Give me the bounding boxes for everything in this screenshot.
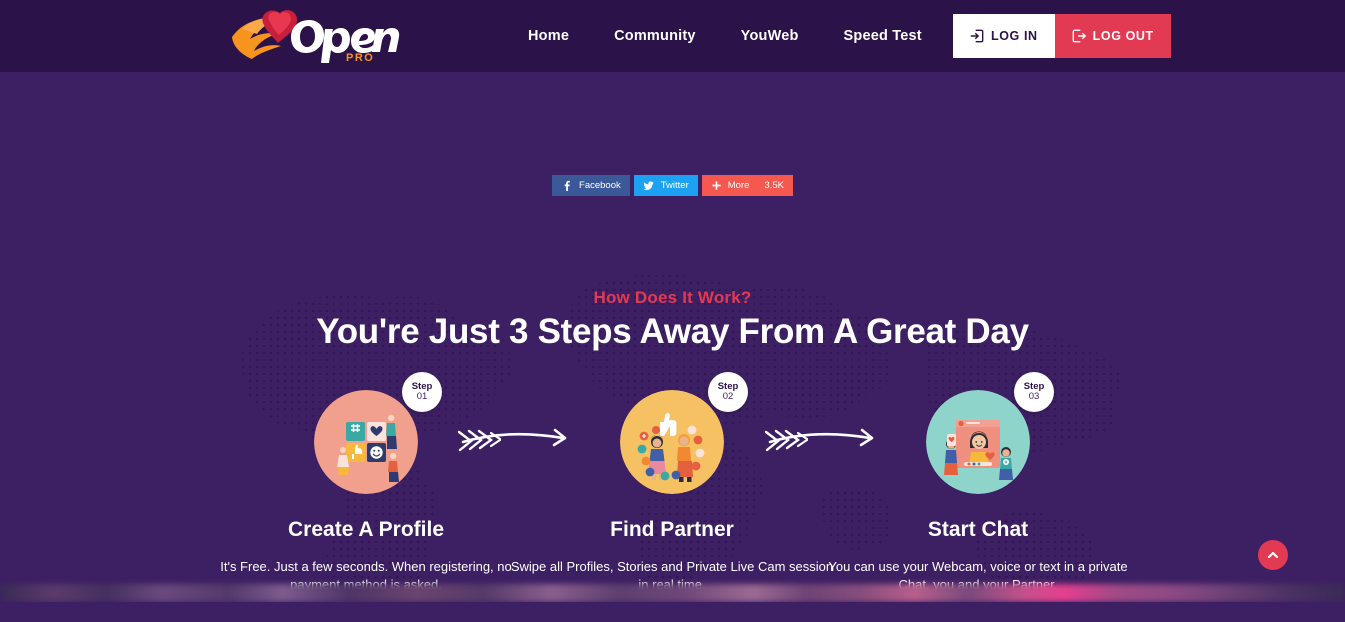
hero-section: Facebook Twitter More 3.5K How Does It W… [0,72,1345,602]
step-2-title: Find Partner [610,518,734,541]
step-1-title: Create A Profile [288,518,444,541]
plus-icon [712,181,721,190]
logout-arrow-icon [1072,29,1086,43]
share-more-label: More [727,180,750,191]
section-eyebrow: How Does It Work? [593,288,752,307]
login-label: LOG IN [991,29,1038,43]
nav-item-speed-test[interactable]: Speed Test [844,28,922,44]
social-media-icons-illustration [314,390,418,494]
social-share-bar: Facebook Twitter More 3.5K [0,175,1345,196]
step-1-badge-number: 01 [416,391,428,402]
chevron-up-icon [1267,551,1279,559]
scroll-to-top-button[interactable] [1258,540,1288,570]
share-more-count: 3.5K [764,180,784,191]
nav-item-community[interactable]: Community [614,28,696,44]
next-section-preview-strip [0,584,1345,602]
login-arrow-icon [970,29,984,43]
page-title: You're Just 3 Steps Away From A Great Da… [316,312,1029,351]
share-facebook-label: Facebook [579,180,621,191]
nav-item-youweb[interactable]: YouWeb [741,28,799,44]
step-2-badge-number: 02 [722,391,734,402]
step-2-circle-wrap[interactable]: Step 02 [620,372,748,494]
site-logo[interactable]: PRO [228,6,403,66]
logout-label: LOG OUT [1092,29,1154,43]
step-1-circle-wrap[interactable]: Step 01 [314,372,442,494]
share-twitter-label: Twitter [660,180,689,191]
share-facebook-button[interactable]: Facebook [552,175,630,196]
video-chat-illustration [926,390,1030,494]
heart-flame-logo-icon: PRO [232,10,400,64]
site-header: PRO Home Community YouWeb Speed Test All… [0,0,1345,72]
step-1-badge: Step 01 [402,372,442,412]
share-more-button[interactable]: More 3.5K [701,175,793,196]
twitter-icon [643,181,654,191]
facebook-icon [564,180,570,191]
steps-row: Step 01 Step 02 Step 03 Create A Profile… [0,372,1345,592]
step-3-badge-number: 03 [1028,391,1040,402]
couple-thumbs-up-illustration [620,390,724,494]
hand-drawn-arrow-right-icon-1 [457,428,567,452]
step-3-badge: Step 03 [1014,372,1054,412]
step-3-title: Start Chat [927,518,1029,541]
step-3-circle-wrap[interactable]: Step 03 [926,372,1054,494]
svg-text:PRO: PRO [346,52,374,64]
auth-buttons: LOG IN LOG OUT [953,14,1171,58]
login-button[interactable]: LOG IN [953,14,1055,58]
logout-button[interactable]: LOG OUT [1054,14,1171,58]
step-2-badge: Step 02 [708,372,748,412]
hand-drawn-arrow-right-icon-2 [764,428,874,452]
steps-section: Step 01 Step 02 Step 03 Create A Profile… [0,372,1345,592]
nav-item-home[interactable]: Home [528,28,569,44]
share-twitter-button[interactable]: Twitter [633,175,698,196]
